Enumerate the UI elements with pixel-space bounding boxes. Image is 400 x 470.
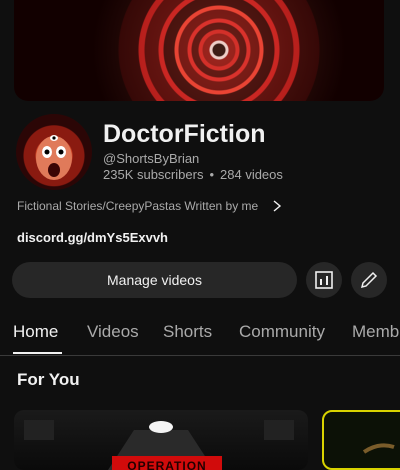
analytics-icon: [315, 271, 333, 289]
channel-description[interactable]: Fictional Stories/CreepyPastas Written b…: [17, 199, 284, 213]
video-thumbnail[interactable]: [322, 410, 400, 470]
channel-handle: @ShortsByBrian: [103, 151, 200, 166]
video-thumbnail[interactable]: OPERATION: [14, 410, 308, 470]
channel-link[interactable]: discord.gg/dmYs5Exvvh: [17, 230, 168, 245]
active-tab-indicator: [13, 352, 62, 354]
analytics-button[interactable]: [306, 262, 342, 298]
channel-banner: [14, 0, 384, 101]
tab-shorts[interactable]: Shorts: [163, 322, 212, 342]
channel-tabs: Home Videos Shorts Community Memb: [0, 318, 400, 356]
thumbnail-title-text: OPERATION: [112, 456, 222, 470]
description-text: Fictional Stories/CreepyPastas Written b…: [17, 199, 259, 213]
video-count: 284 videos: [220, 167, 283, 182]
channel-avatar[interactable]: [16, 114, 92, 190]
tab-home[interactable]: Home: [13, 322, 58, 342]
tab-community[interactable]: Community: [239, 322, 325, 342]
chevron-right-icon: [273, 200, 282, 212]
stats-separator: •: [209, 167, 215, 182]
subscriber-count: 235K subscribers: [103, 167, 204, 182]
section-title: For You: [17, 370, 80, 389]
edit-button[interactable]: [351, 262, 387, 298]
channel-stats: 235K subscribers • 284 videos: [103, 167, 283, 182]
manage-videos-button[interactable]: Manage videos: [12, 262, 297, 298]
tab-membership[interactable]: Memb: [352, 322, 399, 342]
tab-videos[interactable]: Videos: [87, 322, 139, 342]
channel-name: DoctorFiction: [103, 120, 266, 148]
edit-pencil-icon: [360, 271, 378, 289]
thumbnail-scene: [362, 443, 395, 454]
